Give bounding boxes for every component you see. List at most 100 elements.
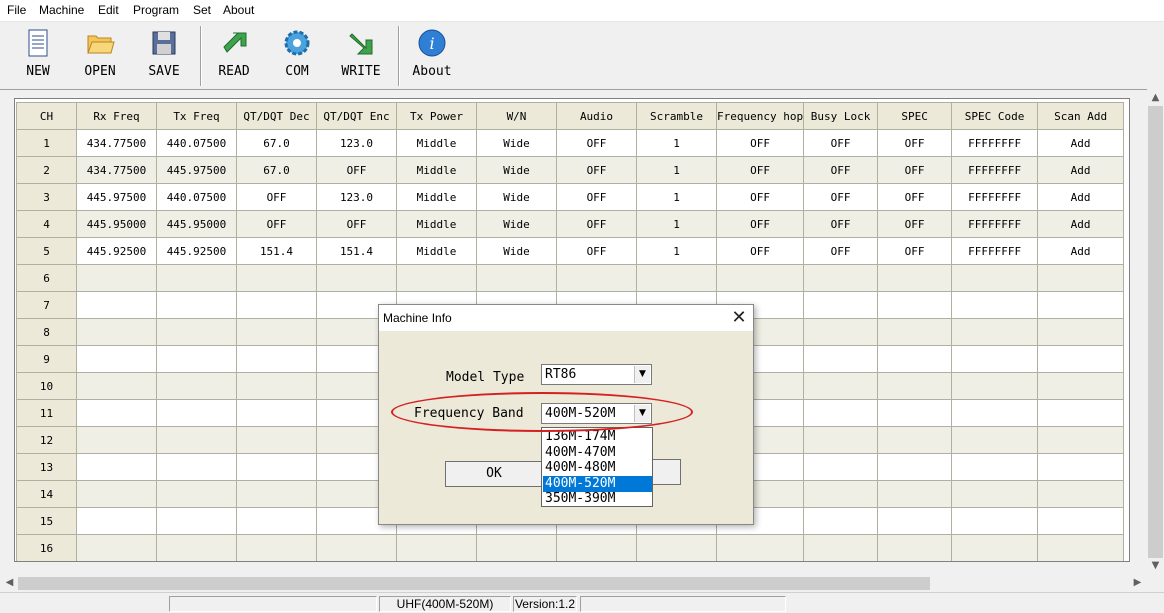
chevron-down-icon[interactable]: ▼ — [634, 405, 650, 422]
table-cell[interactable] — [803, 399, 879, 427]
table-cell[interactable] — [76, 345, 157, 373]
dropdown-option[interactable]: 400M-470M — [543, 445, 652, 461]
menu-edit[interactable]: Edit — [98, 3, 119, 17]
table-cell[interactable] — [803, 453, 879, 481]
table-cell[interactable]: FFFFFFFF — [951, 183, 1039, 211]
channel-number[interactable]: 5 — [16, 237, 77, 265]
table-cell[interactable] — [1037, 480, 1125, 508]
table-cell[interactable] — [556, 534, 637, 561]
table-cell[interactable]: OFF — [803, 183, 879, 211]
channel-number[interactable]: 3 — [16, 183, 77, 211]
table-cell[interactable] — [156, 453, 237, 481]
column-header[interactable]: SPEC — [877, 102, 953, 130]
table-cell[interactable] — [803, 318, 879, 346]
table-cell[interactable] — [715, 534, 805, 561]
column-header[interactable]: Frequency hop — [715, 102, 805, 130]
table-cell[interactable]: 440.07500 — [156, 183, 237, 211]
table-cell[interactable] — [951, 345, 1039, 373]
table-cell[interactable]: Add — [1037, 237, 1125, 265]
table-cell[interactable]: Add — [1037, 210, 1125, 238]
table-cell[interactable] — [236, 318, 317, 346]
chevron-down-icon[interactable]: ▼ — [634, 366, 650, 383]
table-cell[interactable] — [636, 264, 717, 292]
table-cell[interactable]: Middle — [396, 210, 477, 238]
table-cell[interactable]: Wide — [476, 237, 557, 265]
table-cell[interactable]: 1 — [636, 156, 717, 184]
table-cell[interactable]: OFF — [877, 210, 953, 238]
cancel-button[interactable] — [649, 459, 681, 485]
scroll-up-icon[interactable]: ▲ — [1147, 92, 1164, 103]
table-cell[interactable] — [1037, 318, 1125, 346]
table-cell[interactable]: OFF — [556, 156, 637, 184]
table-cell[interactable] — [877, 264, 953, 292]
table-cell[interactable]: 1 — [636, 183, 717, 211]
table-cell[interactable] — [951, 480, 1039, 508]
new-button[interactable]: NEW — [11, 26, 65, 84]
column-header[interactable]: QT/DQT Dec — [236, 102, 317, 130]
table-cell[interactable] — [76, 264, 157, 292]
close-icon[interactable]: ✕ — [727, 307, 751, 329]
table-cell[interactable] — [803, 480, 879, 508]
table-row[interactable]: 1 434.77500 440.07500 67.0 123.0 Middle Wide OF… — [16, 129, 1125, 157]
column-header[interactable]: CH — [16, 102, 77, 130]
table-cell[interactable]: 123.0 — [316, 183, 397, 211]
scroll-left-icon[interactable]: ◀ — [1, 577, 18, 588]
column-header[interactable]: Scan Add — [1037, 102, 1125, 130]
model-type-select[interactable]: RT86 ▼ — [541, 364, 652, 385]
vertical-scroll-thumb[interactable] — [1148, 106, 1163, 558]
table-cell[interactable]: 445.95000 — [76, 210, 157, 238]
horizontal-scroll-thumb[interactable] — [18, 577, 930, 590]
table-cell[interactable] — [1037, 426, 1125, 454]
table-cell[interactable]: OFF — [877, 129, 953, 157]
table-cell[interactable] — [803, 534, 879, 561]
save-button[interactable]: SAVE — [137, 26, 191, 84]
table-cell[interactable] — [1037, 291, 1125, 319]
dropdown-option[interactable]: 136M-174M — [543, 429, 652, 445]
column-header[interactable]: SPEC Code — [951, 102, 1039, 130]
table-cell[interactable]: 445.97500 — [76, 183, 157, 211]
table-cell[interactable]: FFFFFFFF — [951, 237, 1039, 265]
channel-number[interactable]: 15 — [16, 507, 77, 535]
table-cell[interactable]: Wide — [476, 156, 557, 184]
channel-number[interactable]: 13 — [16, 453, 77, 481]
column-header[interactable]: Tx Freq — [156, 102, 237, 130]
table-cell[interactable]: OFF — [803, 210, 879, 238]
table-cell[interactable]: FFFFFFFF — [951, 129, 1039, 157]
table-cell[interactable]: Middle — [396, 183, 477, 211]
channel-number[interactable]: 8 — [16, 318, 77, 346]
table-cell[interactable] — [156, 291, 237, 319]
table-cell[interactable] — [803, 372, 879, 400]
table-cell[interactable] — [316, 264, 397, 292]
table-cell[interactable]: Add — [1037, 156, 1125, 184]
table-cell[interactable]: 151.4 — [316, 237, 397, 265]
table-cell[interactable]: 123.0 — [316, 129, 397, 157]
table-row[interactable]: 4 445.95000 445.95000 OFF OFF Middle Wide OFF 1 O… — [16, 210, 1125, 238]
column-header[interactable]: Busy Lock — [803, 102, 879, 130]
column-header[interactable]: Audio — [556, 102, 637, 130]
table-cell[interactable] — [236, 291, 317, 319]
table-cell[interactable] — [1037, 345, 1125, 373]
table-cell[interactable]: 67.0 — [236, 156, 317, 184]
table-cell[interactable]: 1 — [636, 129, 717, 157]
table-cell[interactable] — [156, 399, 237, 427]
table-cell[interactable] — [951, 264, 1039, 292]
table-cell[interactable] — [1037, 264, 1125, 292]
table-cell[interactable] — [803, 507, 879, 535]
table-cell[interactable] — [951, 399, 1039, 427]
table-cell[interactable] — [951, 426, 1039, 454]
table-cell[interactable]: 434.77500 — [76, 156, 157, 184]
table-cell[interactable]: Wide — [476, 183, 557, 211]
table-cell[interactable]: OFF — [715, 210, 805, 238]
table-cell[interactable]: OFF — [715, 129, 805, 157]
channel-number[interactable]: 7 — [16, 291, 77, 319]
channel-number[interactable]: 16 — [16, 534, 77, 561]
table-row[interactable]: 2 434.77500 445.97500 67.0 OFF Middle Wide OFF 1… — [16, 156, 1125, 184]
table-cell[interactable] — [236, 507, 317, 535]
table-cell[interactable] — [156, 345, 237, 373]
dropdown-option-selected[interactable]: 400M-520M — [543, 476, 652, 492]
table-cell[interactable] — [877, 426, 953, 454]
table-cell[interactable] — [951, 534, 1039, 561]
menu-machine[interactable]: Machine — [39, 3, 84, 17]
table-cell[interactable] — [156, 534, 237, 561]
table-cell[interactable] — [476, 264, 557, 292]
